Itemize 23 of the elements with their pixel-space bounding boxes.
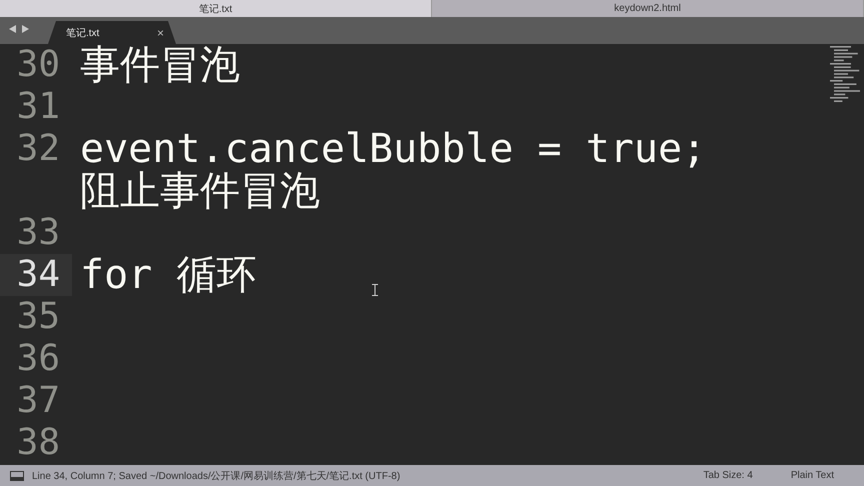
- line-number: 37: [16, 380, 61, 422]
- window-tab[interactable]: keydown2.html: [432, 0, 864, 17]
- code-text: for 循环: [80, 252, 256, 298]
- line-number: 30: [16, 44, 61, 86]
- status-text: Line 34, Column 7; Saved ~/Downloads/公开课/网易训练营/第七天/笔记.txt (UTF-8): [32, 470, 402, 482]
- line-number: 34: [0, 254, 72, 296]
- line-number: 35: [16, 296, 61, 338]
- tab-label: 笔记.txt: [66, 26, 100, 40]
- syntax-setting[interactable]: Plain Text: [790, 470, 834, 481]
- window-tab[interactable]: 笔记.txt: [0, 0, 432, 17]
- line-number: 36: [16, 338, 61, 380]
- panel-toggle-icon[interactable]: [10, 470, 24, 480]
- forward-arrow-icon[interactable]: [21, 24, 30, 34]
- code-text: 事件冒泡: [80, 44, 240, 88]
- close-button[interactable]: ×: [156, 26, 164, 40]
- text-cursor-icon: [372, 284, 378, 296]
- back-arrow-icon[interactable]: [8, 24, 17, 34]
- line-number: 33: [16, 212, 61, 254]
- line-number: 31: [16, 86, 61, 128]
- tab-size-setting[interactable]: Tab Size: 4: [703, 470, 753, 481]
- line-number: 38: [16, 422, 61, 464]
- editor-tab[interactable]: 笔记.txt ×: [48, 21, 176, 44]
- line-number: 32: [16, 128, 61, 170]
